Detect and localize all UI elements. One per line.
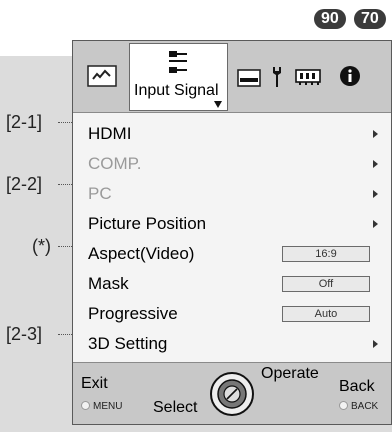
submenu-arrow-icon [373, 220, 378, 228]
menu-item-picture-position-label: Picture Position [88, 214, 207, 233]
menu-panel: Input Signal HDMI COMP. PC Picture Posit… [72, 40, 392, 425]
menu-key-hint: MENU [81, 401, 122, 413]
menu-item-3d-setting[interactable]: 3D Setting [88, 331, 378, 357]
display-icon [237, 69, 261, 87]
back-key-icon [339, 401, 348, 410]
submenu-arrow-icon [373, 130, 378, 138]
model-badge-70: 70 [354, 9, 386, 29]
menu-item-aspect-video-label: Aspect(Video) [88, 244, 195, 263]
tab-display[interactable] [237, 69, 261, 92]
menu-item-progressive-label: Progressive [88, 304, 178, 323]
callout-asterisk: (*) [32, 236, 51, 256]
menu-item-comp[interactable]: COMP. [88, 151, 378, 177]
callout-2-2: [2-2] [6, 174, 43, 194]
tab-memory[interactable] [295, 67, 321, 92]
back-key-hint: BACK [339, 401, 378, 413]
menu-item-mask-label: Mask [88, 274, 129, 293]
progressive-value[interactable]: Auto [282, 306, 370, 322]
menu-item-hdmi[interactable]: HDMI [88, 121, 378, 147]
menu-key-label: MENU [93, 401, 123, 412]
submenu-arrow-icon [373, 160, 378, 168]
cursor-indicator-icon [214, 101, 222, 108]
callout-2-1: [2-1] [6, 112, 43, 132]
menu-item-picture-position[interactable]: Picture Position [88, 211, 378, 237]
callout-2-3: [2-3] [6, 324, 43, 344]
menu-item-pc[interactable]: PC [88, 181, 378, 207]
directional-pad-icon [210, 372, 254, 416]
menu-item-hdmi-label: HDMI [88, 124, 132, 143]
tab-input-signal-label: Input Signal [134, 82, 219, 99]
exit-label: Exit [81, 375, 108, 392]
model-badge-90: 90 [314, 9, 346, 29]
operate-label: Operate [261, 365, 319, 382]
back-key-label: BACK [351, 401, 379, 412]
menu-key-icon [81, 401, 90, 410]
help-bar: Exit MENU Select Operate Back BACK [73, 362, 391, 424]
submenu-arrow-icon [373, 340, 378, 348]
menu-item-progressive[interactable]: Progressive Auto [88, 301, 378, 327]
input-signal-icon [169, 51, 187, 73]
back-label: Back [339, 378, 375, 395]
tab-info[interactable] [339, 65, 361, 92]
picture-icon [87, 65, 117, 87]
menu-item-mask[interactable]: Mask Off [88, 271, 378, 297]
memory-icon [295, 69, 321, 85]
wrench-icon [273, 67, 281, 87]
menu-item-comp-label: COMP. [88, 154, 142, 173]
aspect-video-value[interactable]: 16:9 [282, 246, 370, 262]
menu-item-aspect-video[interactable]: Aspect(Video) 16:9 [88, 241, 378, 267]
submenu-arrow-icon [373, 190, 378, 198]
menu-item-3d-setting-label: 3D Setting [88, 334, 168, 353]
menu-tab-bar: Input Signal [73, 41, 391, 113]
select-label: Select [153, 399, 198, 416]
info-icon [340, 66, 360, 86]
tab-input-signal[interactable]: Input Signal [129, 43, 228, 111]
menu-item-pc-label: PC [88, 184, 112, 203]
tab-setup[interactable] [269, 65, 285, 94]
mask-value[interactable]: Off [282, 276, 370, 292]
tab-picture[interactable] [87, 65, 117, 92]
